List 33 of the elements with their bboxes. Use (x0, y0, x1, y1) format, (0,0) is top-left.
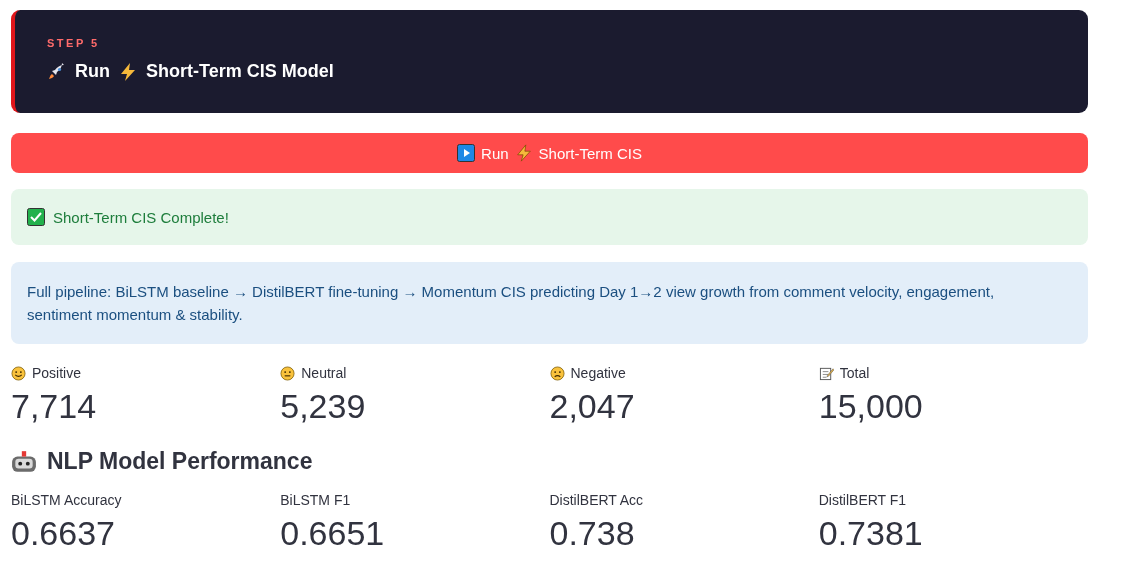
metric-label: Neutral (301, 365, 347, 381)
lightning-icon (514, 144, 533, 162)
frowning-face-icon (549, 365, 565, 381)
metric-label: BiLSTM F1 (280, 492, 351, 508)
metric-value: 2,047 (549, 386, 636, 426)
run-button[interactable]: Run Short-Term CIS (11, 133, 1088, 173)
rocket-icon (47, 61, 67, 82)
metric-label: BiLSTM Accuracy (11, 492, 122, 508)
metric-value: 0.6651 (280, 513, 386, 553)
info-message: Full pipeline: BiLSTM baseline → DistilBERT fine-tuning → Momentum CIS predicting Day 1→2 view growth from comment velocity, engagement, sentiment momentum & stability. (27, 283, 995, 323)
check-icon (27, 208, 45, 226)
success-message: Short-Term CIS Complete! (53, 208, 229, 226)
memo-icon (818, 365, 834, 381)
header-title: Short-Term CIS Model (146, 61, 334, 82)
smiling-face-icon (11, 365, 26, 381)
metric-label: Positive (32, 365, 82, 381)
metric-label: DistilBERT Acc (549, 492, 644, 508)
play-icon (457, 144, 476, 162)
lightning-icon (118, 61, 138, 82)
metric-value: 0.7381 (818, 513, 924, 553)
metric-value: 5,239 (280, 386, 367, 426)
header-title: Run (75, 61, 110, 82)
step-label: STEP 5 (47, 37, 101, 49)
neutral-face-icon (280, 365, 296, 381)
metric-value: 0.738 (549, 513, 636, 553)
section-heading: NLP Model Performance (47, 448, 313, 475)
metric-value: 7,714 (11, 386, 98, 426)
metric-label: DistilBERT F1 (818, 492, 907, 508)
metric-value: 15,000 (818, 386, 924, 426)
metric-label: Negative (570, 365, 626, 381)
robot-icon (11, 449, 37, 474)
metric-value: 0.6637 (11, 513, 116, 553)
metric-label: Total (839, 365, 870, 381)
